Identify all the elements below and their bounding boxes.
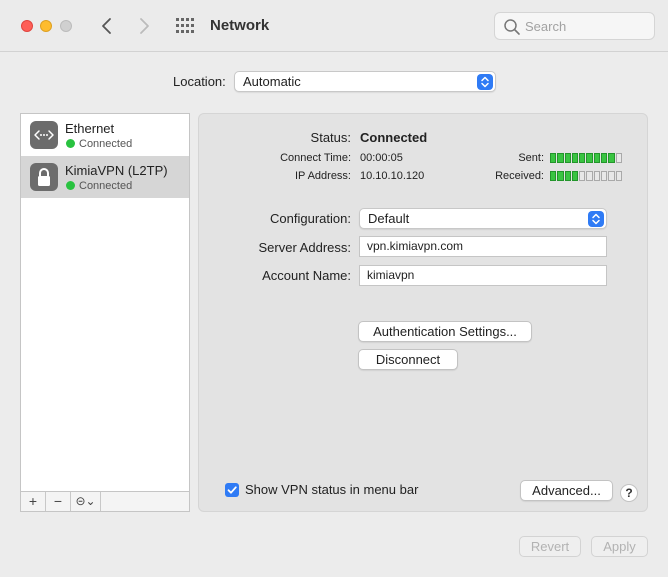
meter-segment [571,171,579,181]
service-name: KimiaVPN (L2TP) [65,163,168,178]
forward-button[interactable] [131,13,157,39]
show-all-button[interactable] [174,15,196,37]
status-dot-icon [66,139,75,148]
meter-segment [615,153,622,163]
meter-segment [557,153,564,163]
configuration-popup[interactable]: Default [359,208,607,229]
meter-segment [601,171,608,181]
meter-segment [550,153,557,163]
meter-segment [557,171,564,181]
connect-time-label: Connect Time: [280,152,351,164]
meter-segment [550,171,557,181]
actions-menu-button[interactable]: ⊝⌄ [71,492,101,511]
status-dot-icon [66,181,75,190]
location-label: Location: [173,74,226,89]
apply-button[interactable]: Apply [591,536,648,557]
meter-segment [586,171,593,181]
service-status: Connected [79,180,133,192]
minimize-window-button[interactable] [40,20,52,32]
lock-icon [30,163,58,191]
back-button[interactable] [94,13,120,39]
search-icon [504,19,520,35]
meter-segment [593,171,601,181]
title-bar: Network [0,0,668,52]
account-name-field[interactable]: kimiavpn [359,265,607,286]
chevron-right-icon [140,18,149,34]
sent-meter [550,153,622,163]
account-name-label: Account Name: [262,268,351,283]
meter-segment [608,153,615,163]
service-name: Ethernet [65,121,115,136]
received-label: Received: [495,170,544,182]
meter-segment [564,171,571,181]
service-item-ethernet[interactable]: Ethernet Connected [21,114,189,156]
service-list: Ethernet Connected KimiaVPN (L2TP) Conne… [20,113,190,512]
connect-time-value: 00:00:05 [360,152,403,164]
meter-segment [615,171,622,181]
location-popup[interactable]: Automatic [234,71,496,92]
close-window-button[interactable] [21,20,33,32]
service-status: Connected [79,138,133,150]
show-vpn-status-label: Show VPN status in menu bar [245,482,419,497]
up-down-arrows-icon [477,74,493,90]
received-meter [550,171,622,181]
zoom-window-button[interactable] [60,20,72,32]
grid-icon [176,18,194,33]
ip-address-label: IP Address: [294,170,351,182]
window-title: Network [210,17,270,34]
meter-segment [601,153,608,163]
configuration-label: Configuration: [270,211,351,226]
vpn-detail-panel: Status: Connected Connect Time: 00:00:05… [198,113,648,512]
service-list-toolbar: + − ⊝⌄ [21,491,189,511]
search-box[interactable] [494,12,655,40]
meter-segment [593,153,601,163]
configuration-value: Default [368,211,410,226]
add-service-button[interactable]: + [21,492,46,511]
chevron-left-icon [102,18,111,34]
meter-segment [608,171,615,181]
help-button[interactable]: ? [620,484,638,502]
status-label: Status: [310,130,351,145]
meter-segment [571,153,579,163]
server-address-label: Server Address: [258,240,352,255]
authentication-settings-button[interactable]: Authentication Settings... [358,321,532,342]
ethernet-icon [30,121,58,149]
up-down-arrows-icon [588,211,604,227]
revert-button[interactable]: Revert [519,536,581,557]
disconnect-button[interactable]: Disconnect [358,349,458,370]
advanced-button[interactable]: Advanced... [520,480,613,501]
meter-segment [579,171,586,181]
service-item-kimiavpn[interactable]: KimiaVPN (L2TP) Connected [21,156,189,198]
checkmark-icon [227,486,237,494]
sent-label: Sent: [518,152,544,164]
show-vpn-status-checkbox[interactable] [225,483,239,497]
meter-segment [564,153,571,163]
location-value: Automatic [243,74,301,89]
meter-segment [586,153,593,163]
remove-service-button[interactable]: − [46,492,71,511]
ip-address-value: 10.10.10.120 [360,170,425,182]
server-address-field[interactable]: vpn.kimiavpn.com [359,236,607,257]
search-input[interactable] [525,18,650,35]
meter-segment [579,153,586,163]
status-value: Connected [360,130,428,145]
